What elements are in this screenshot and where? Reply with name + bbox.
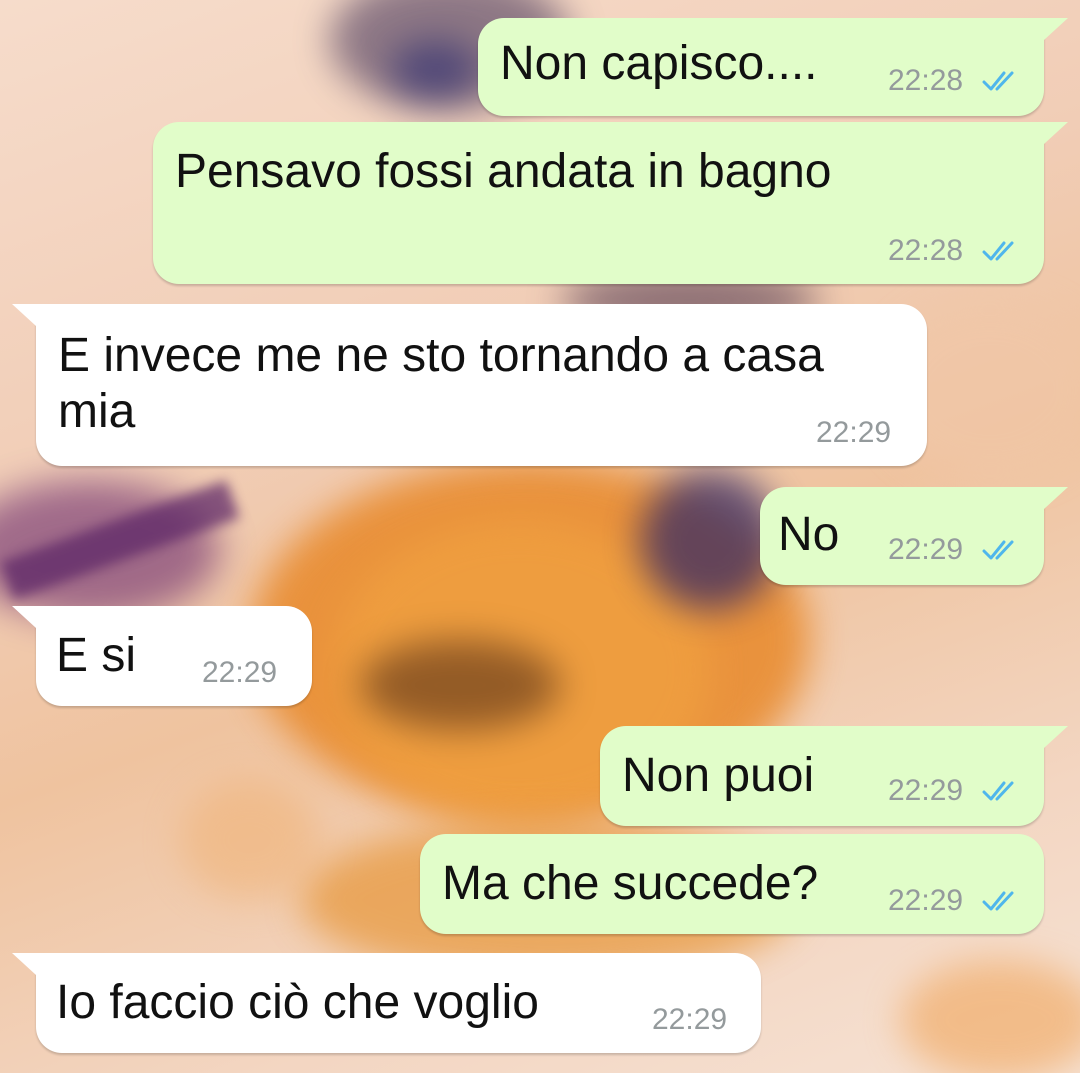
message-timestamp: 22:28 — [888, 234, 964, 267]
bubble-tail — [1044, 726, 1068, 748]
message-text: E invece me ne sto tornando a casa mia — [58, 329, 824, 438]
incoming-message-bubble[interactable]: E si 22:29 — [36, 606, 312, 706]
double-check-icon — [982, 891, 1014, 911]
message-timestamp: 22:29 — [652, 1003, 728, 1036]
bubble-tail — [1044, 487, 1068, 509]
bubble-tail — [12, 606, 36, 628]
message-text: Io faccio ciò che voglio — [56, 976, 539, 1029]
bubble-tail — [1044, 18, 1068, 40]
bubble-tail — [12, 953, 36, 975]
message-text: Non puoi — [622, 749, 815, 802]
message-text: Non capisco.... — [500, 37, 818, 90]
message-text: Pensavo fossi andata in bagno — [175, 145, 832, 198]
bubble-tail — [12, 304, 36, 326]
double-check-icon — [982, 540, 1014, 560]
bubble-tail — [1044, 122, 1068, 144]
message-timestamp: 22:29 — [888, 884, 964, 917]
outgoing-message-bubble[interactable]: Non capisco.... 22:28 — [478, 18, 1044, 116]
double-check-icon — [982, 71, 1014, 91]
incoming-message-bubble[interactable]: Io faccio ciò che voglio 22:29 — [36, 953, 761, 1053]
double-check-icon — [982, 781, 1014, 801]
message-timestamp: 22:29 — [888, 533, 964, 566]
outgoing-message-bubble[interactable]: Non puoi 22:29 — [600, 726, 1044, 826]
message-timestamp: 22:29 — [816, 416, 892, 449]
message-text: E si — [56, 629, 137, 682]
message-text: No — [778, 508, 840, 561]
message-timestamp: 22:29 — [202, 656, 278, 689]
outgoing-message-bubble[interactable]: Pensavo fossi andata in bagno 22:28 — [153, 122, 1044, 284]
message-timestamp: 22:29 — [888, 774, 964, 807]
incoming-message-bubble[interactable]: E invece me ne sto tornando a casa mia 22… — [36, 304, 927, 466]
outgoing-message-bubble[interactable]: Ma che succede? 22:29 — [420, 834, 1044, 934]
message-text: Ma che succede? — [442, 857, 819, 910]
message-timestamp: 22:28 — [888, 64, 964, 97]
double-check-icon — [982, 241, 1014, 261]
outgoing-message-bubble[interactable]: No 22:29 — [760, 487, 1044, 585]
